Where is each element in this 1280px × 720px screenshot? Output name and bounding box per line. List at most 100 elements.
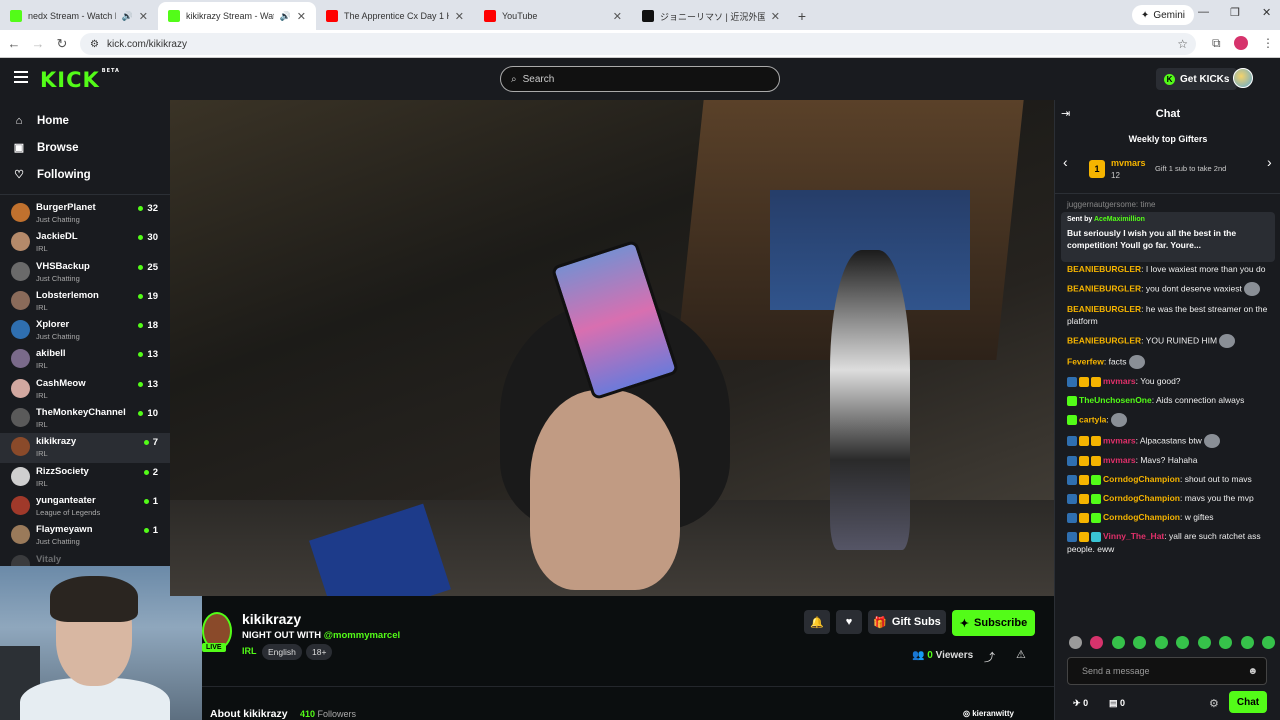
- quick-emote-icon[interactable]: [1133, 636, 1147, 649]
- pinned-user[interactable]: AceMaximillion: [1094, 216, 1145, 223]
- sidebar-nav-home[interactable]: ⌂ Home: [0, 107, 170, 134]
- chat-message: CorndogChampion: w giftes: [1067, 511, 1273, 524]
- chat-username[interactable]: CorndogChampion: [1103, 474, 1180, 484]
- chat-username[interactable]: mvmars: [1103, 455, 1136, 465]
- forward-icon[interactable]: →: [26, 36, 50, 51]
- chat-settings-icon[interactable]: ⚙: [1209, 697, 1219, 710]
- sidebar-channel-item[interactable]: BurgerPlanet Just Chatting 32: [0, 199, 170, 228]
- chat-username[interactable]: BEANIEBURGLER: [1067, 264, 1141, 274]
- get-kicks-button[interactable]: K Get KICKs: [1156, 68, 1238, 90]
- gift-subs-button[interactable]: 🎁 Gift Subs: [868, 610, 946, 634]
- sidebar-channel-item[interactable]: RizzSociety IRL 2: [0, 463, 170, 492]
- sidebar-channel-item[interactable]: Vitaly: [0, 551, 170, 566]
- sidebar-channel-item[interactable]: akibell IRL 13: [0, 345, 170, 374]
- sidebar-channel-item[interactable]: TheMonkeyChannel IRL 10: [0, 404, 170, 433]
- quick-emote-icon[interactable]: [1197, 636, 1211, 649]
- report-icon[interactable]: ⚠: [1016, 648, 1026, 661]
- followers-label: Followers: [317, 709, 357, 719]
- back-icon[interactable]: ←: [2, 36, 26, 51]
- sidebar-channel-item[interactable]: CashMeow IRL 13: [0, 375, 170, 404]
- search-input[interactable]: ⌕ Search: [500, 66, 780, 92]
- chat-username[interactable]: CorndogChampion: [1103, 512, 1180, 522]
- close-tab-icon[interactable]: ✕: [297, 10, 306, 23]
- sidebar-channel-item[interactable]: kikikrazy IRL 7: [0, 433, 170, 463]
- browser-tab[interactable]: nedx Stream - Watch Live o 🔊 ✕: [0, 2, 158, 30]
- kick-logo[interactable]: KICK BETA: [40, 68, 120, 92]
- gifter-name[interactable]: mvmars: [1111, 158, 1146, 168]
- close-window-icon[interactable]: ✕: [1262, 6, 1271, 19]
- close-tab-icon[interactable]: ✕: [771, 10, 780, 23]
- kicks-balance[interactable]: ✈ 0: [1073, 698, 1088, 709]
- points-balance[interactable]: ▤ 0: [1109, 698, 1125, 709]
- channel-name[interactable]: kikikrazy: [242, 611, 301, 627]
- quick-emote-icon[interactable]: [1176, 636, 1190, 649]
- chat-username[interactable]: TheUnchosenOne: [1079, 395, 1152, 405]
- chat-username[interactable]: mvmars: [1103, 435, 1136, 445]
- instagram-link[interactable]: ◎ kieranwitty: [963, 709, 1014, 718]
- sidebar-nav-browse[interactable]: ▣ Browse: [0, 134, 170, 161]
- chat-username[interactable]: BEANIEBURGLER: [1067, 304, 1141, 314]
- tab-audio-icon[interactable]: 🔊: [122, 11, 133, 22]
- bookmark-star-icon[interactable]: ☆: [1177, 37, 1188, 51]
- quick-emote-icon[interactable]: [1154, 636, 1168, 649]
- tag-age[interactable]: 18+: [306, 644, 333, 660]
- address-bar[interactable]: ⚙ kick.com/kikikrazy ☆: [80, 33, 1196, 55]
- chevron-right-icon[interactable]: ›: [1267, 154, 1272, 170]
- chat-username[interactable]: Feverfew: [1067, 356, 1104, 366]
- video-player[interactable]: [170, 100, 1054, 596]
- menu-dots-icon[interactable]: ⋮: [1262, 36, 1274, 50]
- emoji-picker-icon[interactable]: ☻: [1247, 666, 1258, 677]
- chat-username[interactable]: Vinny_The_Hat: [1103, 531, 1164, 541]
- chat-username[interactable]: BEANIEBURGLER: [1067, 335, 1141, 345]
- chat-badge-icon: [1091, 435, 1101, 446]
- send-chat-button[interactable]: Chat: [1229, 691, 1267, 713]
- browser-tab[interactable]: YouTube ✕: [474, 2, 632, 30]
- minimize-icon[interactable]: —: [1198, 6, 1209, 18]
- reload-icon[interactable]: ↻: [50, 36, 74, 52]
- browser-tab[interactable]: ジョニーリマソ | 近況外国人接触 ✕: [632, 2, 790, 30]
- quick-emote-icon[interactable]: [1261, 636, 1275, 649]
- chat-username[interactable]: CorndogChampion: [1103, 493, 1180, 503]
- sidebar-channel-item[interactable]: JackieDL IRL 30: [0, 228, 170, 257]
- sidebar-channel-item[interactable]: Xplorer Just Chatting 18: [0, 316, 170, 345]
- stream-category[interactable]: IRL: [242, 646, 257, 656]
- quick-emote-icon[interactable]: [1069, 636, 1082, 649]
- sidebar-channel-item[interactable]: VHSBackup Just Chatting 25: [0, 258, 170, 287]
- chat-username[interactable]: mvmars: [1103, 376, 1136, 386]
- extensions-icon[interactable]: ⧉: [1212, 36, 1221, 51]
- chevron-left-icon[interactable]: ‹: [1063, 154, 1068, 170]
- sidebar-channel-item[interactable]: Flaymeyawn Just Chatting 1: [0, 521, 170, 550]
- follow-heart-button[interactable]: ♥: [836, 610, 862, 634]
- sidebar-channel-item[interactable]: Lobsterlemon IRL 19: [0, 287, 170, 316]
- chat-username[interactable]: cartyla: [1079, 414, 1106, 424]
- gifter-cta[interactable]: Gift 1 sub to take 2nd: [1155, 164, 1226, 173]
- quick-emote-icon[interactable]: [1090, 636, 1104, 649]
- subscribe-button[interactable]: ✦ Subscribe: [952, 610, 1035, 636]
- browser-tab[interactable]: The Apprentice Cx Day 1 Highli ✕: [316, 2, 474, 30]
- close-tab-icon[interactable]: ✕: [139, 10, 148, 23]
- stream-title-mention[interactable]: @mommymarcel: [324, 630, 400, 641]
- pinned-message[interactable]: Sent by AceMaximillion But seriously I w…: [1061, 212, 1275, 262]
- notification-bell-button[interactable]: 🔔: [804, 610, 830, 634]
- gemini-button[interactable]: ✦ Gemini: [1131, 5, 1194, 25]
- chat-username[interactable]: BEANIEBURGLER: [1067, 283, 1141, 293]
- chat-message-input[interactable]: Send a message ☻: [1067, 657, 1267, 685]
- profile-avatar[interactable]: [1234, 36, 1248, 50]
- share-icon[interactable]: ⤴: [984, 649, 995, 665]
- sidebar-nav-following[interactable]: ♡ Following: [0, 161, 170, 188]
- quick-emote-icon[interactable]: [1219, 636, 1233, 649]
- hamburger-menu-icon[interactable]: [14, 71, 28, 83]
- new-tab-button[interactable]: +: [790, 2, 814, 30]
- quick-emote-icon[interactable]: [1240, 636, 1254, 649]
- site-info-icon[interactable]: ⚙: [90, 39, 99, 50]
- quick-emote-icon[interactable]: [1111, 636, 1125, 649]
- close-tab-icon[interactable]: ✕: [455, 10, 464, 23]
- tab-audio-icon[interactable]: 🔊: [280, 11, 291, 22]
- sidebar-channel-item[interactable]: yunganteater League of Legends 1: [0, 492, 170, 521]
- browser-tab-bar: nedx Stream - Watch Live o🔊✕kikikrazy St…: [0, 0, 1280, 30]
- close-tab-icon[interactable]: ✕: [613, 10, 622, 23]
- user-avatar[interactable]: [1233, 68, 1253, 88]
- maximize-icon[interactable]: ❐: [1230, 6, 1240, 19]
- tag-language[interactable]: English: [262, 644, 302, 660]
- browser-tab[interactable]: kikikrazy Stream - Watch Li 🔊 ✕: [158, 2, 316, 30]
